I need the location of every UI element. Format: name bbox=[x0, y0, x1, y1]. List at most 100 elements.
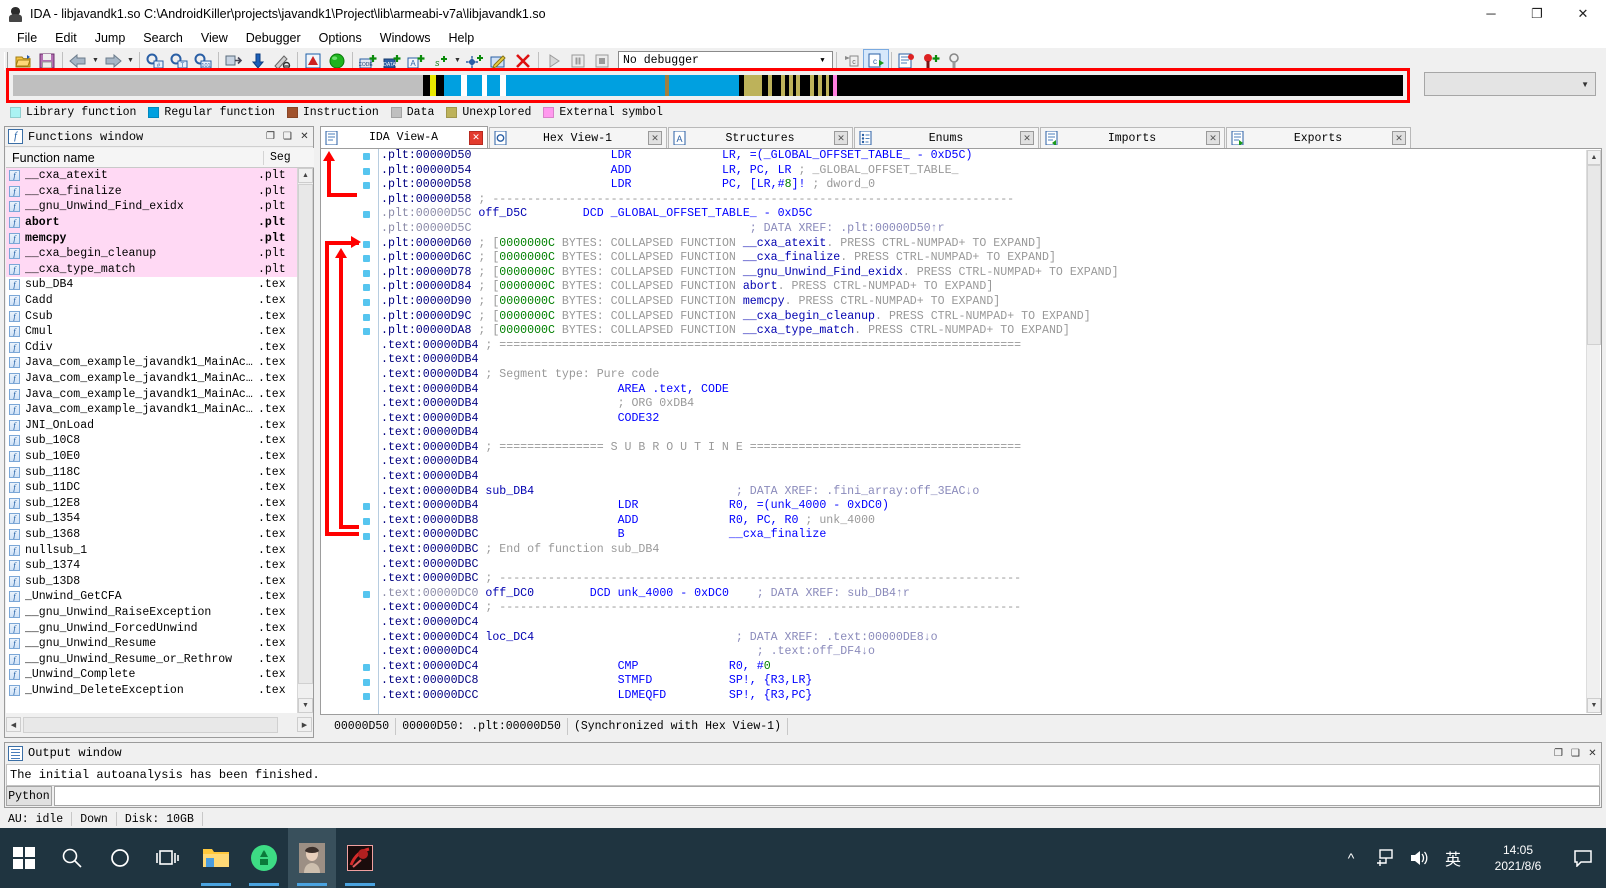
disassembly-line[interactable]: .plt:00000D78 ; [0000000C BYTES: COLLAPS… bbox=[381, 266, 1585, 281]
disassembly-line[interactable]: .text:00000DB4 bbox=[381, 353, 1585, 368]
table-row[interactable]: f __cxa_begin_cleanup .plt bbox=[6, 245, 298, 262]
table-row[interactable]: f sub_12E8 .tex bbox=[6, 495, 298, 512]
disassembly-line[interactable]: .text:00000DBC ; -----------------------… bbox=[381, 572, 1585, 587]
navigator-combo[interactable]: ▼ bbox=[1424, 72, 1596, 96]
view-tab-bar[interactable]: IDA View-A ✕ Hex View-1 ✕ A Structures ✕ Enums ✕… bbox=[320, 126, 1602, 148]
disassembly-line[interactable]: .text:00000DC4 bbox=[381, 616, 1585, 631]
disassembly-line[interactable]: .text:00000DB4 bbox=[381, 470, 1585, 485]
chevron-up-icon[interactable]: ^ bbox=[1334, 828, 1368, 888]
android-studio-icon[interactable] bbox=[240, 828, 288, 888]
ime-indicator[interactable]: 英 bbox=[1436, 828, 1470, 888]
table-row[interactable]: f abort .plt bbox=[6, 214, 298, 231]
functions-horizontal-scrollbar[interactable]: ◀ ▶ bbox=[6, 714, 312, 736]
menu-jump[interactable]: Jump bbox=[86, 29, 135, 47]
cli-language-button[interactable]: Python bbox=[6, 786, 52, 806]
table-row[interactable]: f sub_1354 .tex bbox=[6, 511, 298, 527]
navigator-bar[interactable] bbox=[13, 75, 1403, 96]
disassembly-line[interactable]: .text:00000DC0 off_DC0 DCD unk_4000 - 0x… bbox=[381, 587, 1585, 602]
navigator-segment[interactable] bbox=[744, 75, 763, 96]
table-row[interactable]: f JNI_OnLoad .tex bbox=[6, 417, 298, 434]
table-row[interactable]: f sub_118C .tex bbox=[6, 464, 298, 480]
tab-hex-view-1[interactable]: Hex View-1 ✕ bbox=[489, 127, 667, 148]
tab-close-icon[interactable]: ✕ bbox=[469, 130, 483, 145]
table-row[interactable]: f __cxa_type_match .plt bbox=[6, 261, 298, 278]
table-row[interactable]: f __gnu_Unwind_RaiseException .tex bbox=[6, 604, 298, 621]
functions-vertical-scrollbar[interactable]: ▲ ▼ bbox=[297, 168, 313, 713]
tab-enums[interactable]: Enums ✕ bbox=[854, 127, 1039, 148]
output-window-close-button[interactable]: ✕ bbox=[1584, 745, 1601, 762]
tab-close-icon[interactable]: ✕ bbox=[1392, 131, 1406, 145]
table-row[interactable]: f sub_DB4 .tex bbox=[6, 277, 298, 293]
table-row[interactable]: f sub_13D8 .tex bbox=[6, 573, 298, 590]
navigator-segment[interactable] bbox=[505, 75, 666, 96]
tab-structures[interactable]: A Structures ✕ bbox=[668, 127, 853, 148]
table-row[interactable]: f __gnu_Unwind_Resume_or_Rethrow .tex bbox=[6, 651, 298, 667]
table-row[interactable]: f Cdiv .tex bbox=[6, 339, 298, 356]
menu-file[interactable]: File bbox=[8, 29, 46, 47]
output-window-float-button[interactable]: ❑ bbox=[1567, 745, 1584, 762]
disassembly-line[interactable]: .text:00000DB4 bbox=[381, 426, 1585, 441]
file-explorer-icon[interactable] bbox=[192, 828, 240, 888]
navigator-segment[interactable] bbox=[466, 75, 482, 96]
disassembly-line[interactable]: .text:00000DB4 ; =============== S U B R… bbox=[381, 441, 1585, 456]
functions-window-float-button[interactable]: ❑ bbox=[279, 128, 296, 145]
navigator-combo-chevron-down-icon[interactable]: ▼ bbox=[1581, 80, 1589, 89]
table-row[interactable]: f _Unwind_Complete .tex bbox=[6, 667, 298, 683]
navigator-segment[interactable] bbox=[13, 75, 424, 96]
menu-help[interactable]: Help bbox=[439, 29, 483, 47]
clock[interactable]: 14:05 2021/8/6 bbox=[1470, 828, 1566, 888]
disassembly-line[interactable]: .plt:00000DA8 ; [0000000C BYTES: COLLAPS… bbox=[381, 324, 1585, 339]
table-row[interactable]: f sub_1368 .tex bbox=[6, 526, 298, 543]
network-icon[interactable] bbox=[1368, 828, 1402, 888]
tab-close-icon[interactable]: ✕ bbox=[1206, 131, 1220, 145]
disassembly-line[interactable]: .text:00000DB4 LDR R0, =(unk_4000 - 0xDC… bbox=[381, 499, 1585, 514]
navigator-segment[interactable] bbox=[435, 75, 444, 96]
tab-exports[interactable]: Exports ✕ bbox=[1226, 127, 1411, 148]
disassembly-line[interactable]: .text:00000DC4 ; .text:off_DF4↓o bbox=[381, 645, 1585, 660]
disassembly-line[interactable]: .text:00000DB4 AREA .text, CODE bbox=[381, 383, 1585, 398]
table-row[interactable]: f __gnu_Unwind_Resume .tex bbox=[6, 635, 298, 652]
table-row[interactable]: f _Unwind_DeleteException .tex bbox=[6, 682, 298, 699]
disassembly-scroll-down-button[interactable]: ▼ bbox=[1587, 698, 1601, 713]
search-icon[interactable] bbox=[48, 828, 96, 888]
tab-close-icon[interactable]: ✕ bbox=[648, 131, 662, 145]
cli-input[interactable] bbox=[54, 786, 1600, 806]
disassembly-line[interactable]: .plt:00000D60 ; [0000000C BYTES: COLLAPS… bbox=[381, 237, 1585, 252]
disassembly-line[interactable]: .plt:00000D58 ; ------------------------… bbox=[381, 193, 1585, 208]
cortana-icon[interactable] bbox=[96, 828, 144, 888]
disassembly-line[interactable]: .plt:00000D9C ; [0000000C BYTES: COLLAPS… bbox=[381, 310, 1585, 325]
disassembly-line[interactable]: .text:00000DC4 ; -----------------------… bbox=[381, 601, 1585, 616]
disassembly-line[interactable]: .text:00000DB4 CODE32 bbox=[381, 412, 1585, 427]
menu-edit[interactable]: Edit bbox=[46, 29, 86, 47]
menu-windows[interactable]: Windows bbox=[371, 29, 440, 47]
navigator-segment[interactable] bbox=[800, 75, 811, 96]
functions-scroll-down-button[interactable]: ▼ bbox=[298, 698, 313, 713]
photo-app-icon[interactable] bbox=[288, 828, 336, 888]
disassembly-scroll-up-button[interactable]: ▲ bbox=[1587, 150, 1601, 165]
disassembly-line[interactable]: .text:00000DBC bbox=[381, 558, 1585, 573]
disassembly-line[interactable]: .plt:00000D84 ; [0000000C BYTES: COLLAPS… bbox=[381, 280, 1585, 295]
debugger-chevron-down-icon[interactable]: ▼ bbox=[815, 54, 830, 68]
table-row[interactable]: f sub_10E0 .tex bbox=[6, 448, 298, 465]
column-header-function-name[interactable]: Function name bbox=[6, 150, 264, 165]
navigator-segment[interactable] bbox=[772, 75, 782, 96]
table-row[interactable]: f __cxa_finalize .plt bbox=[6, 183, 298, 200]
functions-list[interactable]: f __cxa_atexit .plt f __cxa_finalize .plt f __g… bbox=[6, 168, 298, 713]
menu-options[interactable]: Options bbox=[310, 29, 371, 47]
disassembly-line[interactable]: .text:00000DB8 ADD R0, PC, R0 ; unk_4000 bbox=[381, 514, 1585, 529]
disassembly-line[interactable]: .text:00000DB4 ; =======================… bbox=[381, 339, 1585, 354]
ida-app-icon[interactable] bbox=[336, 828, 384, 888]
tab-imports[interactable]: Imports ✕ bbox=[1040, 127, 1225, 148]
disassembly-scroll-thumb[interactable] bbox=[1587, 165, 1601, 345]
task-view-icon[interactable] bbox=[144, 828, 192, 888]
maximize-button[interactable]: ❐ bbox=[1514, 0, 1560, 27]
table-row[interactable]: f __gnu_Unwind_ForcedUnwind .tex bbox=[6, 620, 298, 636]
output-log[interactable]: The initial autoanalysis has been finish… bbox=[6, 764, 1600, 786]
functions-scroll-thumb[interactable] bbox=[298, 184, 313, 684]
table-row[interactable]: f __gnu_Unwind_Find_exidx .plt bbox=[6, 199, 298, 215]
close-button[interactable]: ✕ bbox=[1560, 0, 1606, 27]
navigator-segment[interactable] bbox=[443, 75, 462, 96]
minimize-button[interactable]: ─ bbox=[1468, 0, 1514, 27]
table-row[interactable]: f nullsub_1 .tex bbox=[6, 542, 298, 558]
navigator-segment[interactable] bbox=[486, 75, 500, 96]
